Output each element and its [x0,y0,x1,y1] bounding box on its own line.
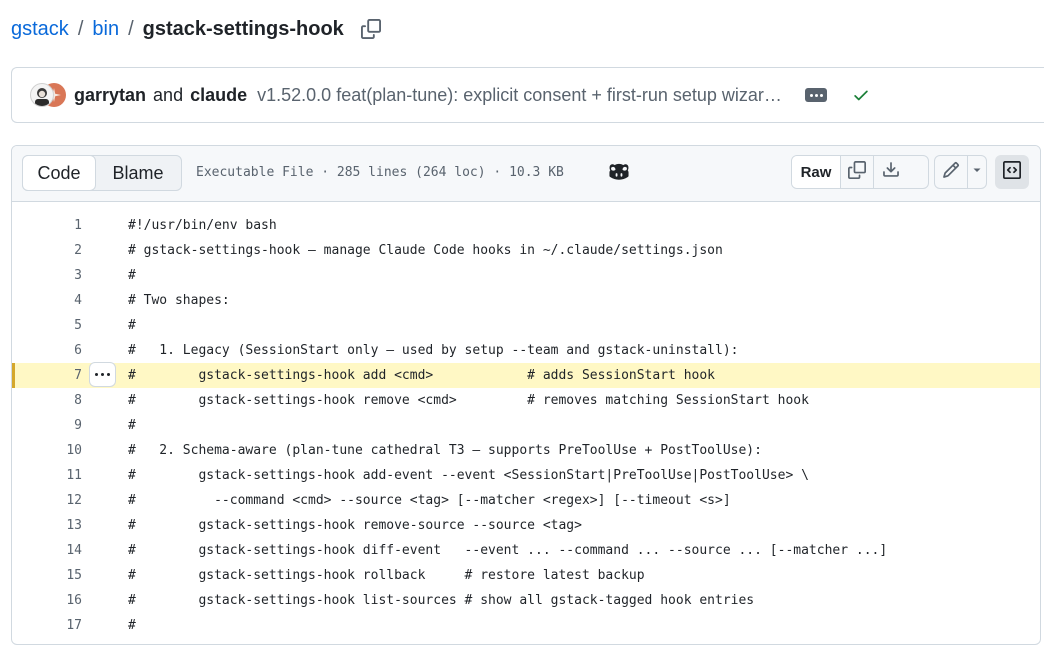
code-line: 13 # gstack-settings-hook remove-source -… [12,513,1040,538]
code-line: 2 # gstack-settings-hook — manage Claude … [12,238,1040,263]
chevron-down-icon [971,163,983,181]
breadcrumb-folder-link[interactable]: bin [92,18,119,41]
line-content: #!/usr/bin/env bash [128,218,277,233]
line-content: # gstack-settings-hook remove-source --s… [128,518,582,533]
symbols-panel-button[interactable] [995,155,1029,189]
edit-file-button[interactable] [935,156,968,188]
line-content: # [128,268,136,283]
line-number[interactable]: 2 [12,238,82,263]
code-line: 10 # 2. Schema-aware (plan-tune cathedral… [12,438,1040,463]
line-content: # gstack-settings-hook remove <cmd> # re… [128,393,809,408]
file-viewer: Code Blame Executable File · 285 lines (… [11,145,1041,645]
line-number[interactable]: 17 [12,613,82,638]
line-content: # gstack-settings-hook — manage Claude C… [128,243,723,258]
line-content: # Two shapes: [128,293,230,308]
download-icon [882,161,900,184]
code-line: 14 # gstack-settings-hook diff-event --ev… [12,538,1040,563]
edit-actions-group [934,155,987,189]
file-header: Code Blame Executable File · 285 lines (… [12,146,1040,202]
copy-path-icon[interactable] [360,19,381,39]
line-number[interactable]: 9 [12,413,82,438]
line-content: # [128,318,136,333]
line-number[interactable]: 15 [12,563,82,588]
line-content: # gstack-settings-hook add-event --event… [128,468,809,483]
line-content: # gstack-settings-hook rollback # restor… [128,568,645,583]
code-line: 9 # [12,413,1040,438]
line-number[interactable]: 5 [12,313,82,338]
code-line: 8 # gstack-settings-hook remove <cmd> # r… [12,388,1040,413]
code-line: 15 # gstack-settings-hook rollback # rest… [12,563,1040,588]
code-line: 6 # 1. Legacy (SessionStart only — used b… [12,338,1040,363]
more-edit-options-button[interactable] [968,156,986,188]
code-line: 1 #!/usr/bin/env bash [12,213,1040,238]
line-number[interactable]: 4 [12,288,82,313]
code-line: 16 # gstack-settings-hook list-sources # … [12,588,1040,613]
code-line: 3 # [12,263,1040,288]
tab-code[interactable]: Code [22,155,96,191]
code-line: 17 # [12,613,1040,638]
breadcrumb-separator: / [77,17,84,40]
line-options-button[interactable] [89,362,116,387]
raw-button[interactable]: Raw [792,156,841,188]
line-number[interactable]: 6 [12,338,82,363]
code-view[interactable]: 1 #!/usr/bin/env bash 2 # gstack-settings-h… [12,202,1040,638]
line-content: # gstack-settings-hook diff-event --even… [128,543,888,558]
copy-raw-button[interactable] [841,156,874,188]
line-number[interactable]: 8 [12,388,82,413]
copy-icon [848,160,866,184]
commit-authors: garrytan and claude [74,85,247,106]
commit-expand-button[interactable] [805,88,828,102]
line-content: # gstack-settings-hook add <cmd> # adds … [128,368,715,383]
code-square-icon [1003,160,1021,184]
commit-avatars [30,82,66,108]
commit-author-link[interactable]: claude [190,85,247,105]
breadcrumb-separator: / [128,17,134,40]
line-content: # gstack-settings-hook list-sources # sh… [128,593,755,608]
code-line: 11 # gstack-settings-hook add-event --eve… [12,463,1040,488]
commit-author-conjunction: and [153,84,184,105]
line-content: # [128,418,136,433]
line-content: # [128,618,136,633]
copilot-icon[interactable] [608,162,630,187]
avatar[interactable] [30,83,54,107]
line-number[interactable]: 12 [12,488,82,513]
line-number[interactable]: 1 [12,213,82,238]
commit-message-link[interactable]: v1.52.0.0 feat(plan-tune): explicit cons… [257,85,791,106]
commit-author-link[interactable]: garrytan [74,85,146,105]
pencil-icon [942,161,960,184]
line-number[interactable]: 7 [12,363,82,388]
line-number[interactable]: 10 [12,438,82,463]
view-mode-toggle: Code Blame [22,155,182,191]
line-content: # 1. Legacy (SessionStart only — used by… [128,343,739,358]
code-line: 4 # Two shapes: [12,288,1040,313]
latest-commit-bar: garrytan and claude v1.52.0.0 feat(plan-… [11,67,1044,123]
file-info: Executable File · 285 lines (264 loc) · … [196,165,564,180]
line-content: # 2. Schema-aware (plan-tune cathedral T… [128,443,762,458]
breadcrumb-current-file: gstack-settings-hook [142,17,344,40]
code-line: 7 # gstack-settings-hook add <cmd> # adds… [12,362,1040,388]
breadcrumb-repo-link[interactable]: gstack [11,18,69,41]
line-number[interactable]: 3 [12,263,82,288]
code-line: 5 # [12,313,1040,338]
code-line: 12 # --command <cmd> --source <tag> [--ma… [12,488,1040,513]
line-number[interactable]: 14 [12,538,82,563]
tab-blame[interactable]: Blame [95,156,181,190]
line-number[interactable]: 11 [12,463,82,488]
line-content: # --command <cmd> --source <tag> [--matc… [128,493,731,508]
line-number[interactable]: 13 [12,513,82,538]
file-actions-group: Raw [791,155,929,189]
download-button[interactable] [874,156,907,188]
check-icon[interactable] [852,86,870,104]
breadcrumb: gstack / bin / gstack-settings-hook [11,14,381,44]
line-number[interactable]: 16 [12,588,82,613]
